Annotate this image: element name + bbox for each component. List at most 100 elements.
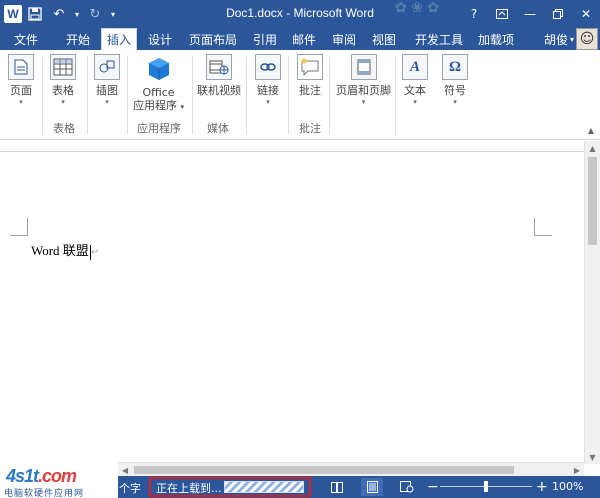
online-video-button[interactable]: 联机视频 (197, 54, 241, 97)
group-divider (395, 56, 396, 134)
window-controls: ? — ✕ (460, 0, 600, 28)
upload-status-text: 正在上载到... (156, 482, 222, 495)
illustrations-icon (94, 54, 120, 80)
office-apps-button[interactable]: Office 应用程序 ▾ (133, 54, 184, 114)
collapse-ribbon-icon[interactable]: ▲ (588, 126, 594, 135)
link-button[interactable]: 链接 ▾ (255, 54, 281, 107)
document-page[interactable] (0, 151, 584, 464)
tab-insert[interactable]: 插入 (101, 28, 137, 50)
symbols-label: 符号 (444, 84, 466, 97)
comment-label: 批注 (299, 84, 321, 97)
online-video-icon (206, 54, 232, 80)
scroll-down-icon[interactable]: ▼ (585, 450, 600, 464)
user-account[interactable]: 胡俊 ▾ (544, 28, 574, 50)
link-label: 链接 (257, 84, 279, 97)
zoom-in-icon[interactable]: + (536, 478, 548, 496)
tab-add-ins[interactable]: 加载项 (472, 28, 520, 50)
minimize-icon[interactable]: — (516, 0, 544, 28)
group-divider (127, 56, 128, 134)
chevron-down-icon: ▾ (266, 98, 270, 106)
group-divider (192, 56, 193, 134)
watermark-subtitle: 电脑软硬件应用网 (4, 489, 85, 498)
read-mode-icon[interactable] (326, 478, 348, 496)
new-comment-icon (297, 54, 323, 80)
chevron-down-icon: ▾ (105, 98, 109, 106)
site-watermark: 4s1t.com 电脑软硬件应用网 (0, 465, 118, 498)
scroll-right-icon[interactable]: ▶ (570, 463, 584, 477)
group-divider (246, 56, 247, 134)
undo-dropdown-icon[interactable]: ▾ (72, 4, 82, 24)
page-label: 页面 (10, 84, 32, 97)
tab-mailings[interactable]: 邮件 (286, 28, 322, 50)
ribbon-display-options-icon[interactable] (488, 0, 516, 28)
quick-access-toolbar: W ↶ ▾ ↻ ▾ (4, 4, 118, 24)
close-icon[interactable]: ✕ (572, 0, 600, 28)
office-apps-label-line2: 应用程序 ▾ (133, 99, 185, 112)
group-label-table: 表格 (53, 122, 75, 135)
web-layout-icon[interactable] (396, 478, 418, 496)
tab-review[interactable]: 审阅 (326, 28, 362, 50)
page-button[interactable]: 页面 ▾ (8, 54, 34, 107)
avatar[interactable]: ☺ (576, 28, 598, 50)
zoom-level[interactable]: 100% (552, 480, 583, 493)
text-button[interactable]: A 文本 ▾ (402, 54, 428, 107)
document-text[interactable]: Word 联盟 ↵ (31, 240, 99, 260)
chevron-down-icon: ▾ (569, 34, 574, 44)
zoom-slider-thumb[interactable] (484, 481, 488, 492)
redo-icon[interactable]: ↻ (84, 4, 106, 24)
title-bar: W ↶ ▾ ↻ ▾ Doc1.docx - Microsoft Word ✿ ❀… (0, 0, 600, 28)
tab-developer[interactable]: 开发工具 (410, 28, 468, 50)
scroll-left-icon[interactable]: ◀ (118, 463, 132, 477)
watermark-logo: 4s1t.com (6, 466, 77, 486)
tab-file[interactable]: 文件 (0, 28, 52, 50)
tab-view[interactable]: 视图 (366, 28, 402, 50)
comment-button[interactable]: 批注 (297, 54, 323, 97)
tab-page-layout[interactable]: 页面布局 (184, 28, 242, 50)
group-divider (42, 56, 43, 134)
tab-design[interactable]: 设计 (142, 28, 178, 50)
office-store-icon (144, 54, 174, 84)
ruler-space (0, 141, 584, 151)
paragraph-mark-icon: ↵ (90, 247, 100, 258)
online-video-label: 联机视频 (197, 84, 241, 97)
tab-references[interactable]: 引用 (247, 28, 283, 50)
ribbon-tabs: 文件 开始 插入 设计 页面布局 引用 邮件 审阅 视图 开发工具 加载项 胡俊… (0, 28, 600, 50)
symbols-button[interactable]: Ω 符号 ▾ (442, 54, 468, 107)
header-footer-label: 页眉和页脚 (336, 84, 391, 97)
save-icon[interactable] (24, 4, 46, 24)
decorative-pattern: ✿ ❀ ✿ (395, 0, 440, 16)
office-apps-label-line1: Office (142, 86, 175, 99)
header-footer-icon (350, 54, 377, 80)
group-divider (329, 56, 330, 134)
horizontal-scrollbar[interactable]: ◀ ▶ (118, 462, 584, 476)
word-count[interactable]: 个字 (119, 480, 141, 496)
undo-icon[interactable]: ↶ (48, 4, 70, 24)
zoom-out-icon[interactable]: − (427, 478, 439, 496)
tab-home[interactable]: 开始 (60, 28, 96, 50)
table-label: 表格 (52, 84, 74, 97)
chevron-down-icon: ▾ (361, 98, 366, 106)
document-area[interactable] (0, 141, 584, 464)
illustrations-label: 插图 (96, 84, 118, 97)
link-icon (255, 54, 281, 80)
print-layout-icon[interactable] (361, 478, 383, 496)
table-button[interactable]: 表格 ▾ (50, 54, 76, 107)
group-divider (288, 56, 289, 134)
help-button[interactable]: ? (460, 0, 488, 28)
document-text-content: Word 联盟 (31, 243, 89, 258)
word-app-icon[interactable]: W (4, 5, 22, 23)
chevron-down-icon: ▾ (413, 98, 417, 106)
horizontal-scroll-thumb[interactable] (134, 466, 514, 474)
header-footer-button[interactable]: 页眉和页脚 ▾ (336, 54, 391, 107)
illustrations-button[interactable]: 插图 ▾ (94, 54, 120, 107)
page-icon (8, 54, 34, 80)
text-label: 文本 (404, 84, 426, 97)
margin-mark-top-right (534, 218, 552, 236)
restore-icon[interactable] (544, 0, 572, 28)
vertical-scroll-thumb[interactable] (588, 157, 597, 245)
margin-mark-top-left (10, 218, 28, 236)
scroll-up-icon[interactable]: ▲ (585, 141, 600, 155)
chevron-down-icon: ▾ (19, 98, 23, 106)
vertical-scrollbar[interactable]: ▲ ▼ (584, 141, 600, 464)
customize-qat-icon[interactable]: ▾ (108, 4, 118, 24)
